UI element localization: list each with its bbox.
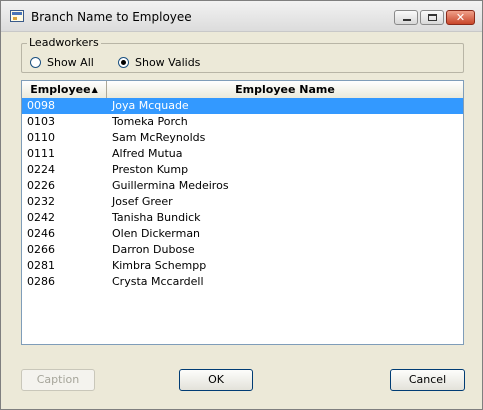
table-row[interactable]: 0110 Sam McReynolds — [22, 130, 463, 146]
employee-name-cell: Darron Dubose — [112, 243, 195, 256]
employee-name-cell: Preston Kump — [112, 163, 189, 176]
employee-name-cell: Kimbra Schempp — [112, 259, 207, 272]
table-row[interactable]: 0246 Olen Dickerman — [22, 226, 463, 242]
column-header-employee[interactable]: Employee▲ — [22, 81, 107, 98]
show-all-label: Show All — [47, 56, 94, 69]
groupbox-legend: Leadworkers — [27, 36, 101, 49]
table-row[interactable]: 0286 Crysta Mccardell — [22, 274, 463, 290]
table-row[interactable]: 0266 Darron Dubose — [22, 242, 463, 258]
list-header: Employee▲ Employee Name — [22, 81, 463, 99]
employee-id-cell: 0103 — [27, 115, 55, 128]
employee-name-cell: Josef Greer — [112, 195, 173, 208]
title-bar[interactable]: Branch Name to Employee ✕ — [1, 1, 482, 32]
sort-ascending-icon: ▲ — [91, 85, 98, 94]
table-row[interactable]: 0111 Alfred Mutua — [22, 146, 463, 162]
dialog-window: Branch Name to Employee ✕ Leadworkers Sh… — [0, 0, 483, 410]
show-all-radio[interactable]: Show All — [30, 56, 94, 69]
close-button[interactable]: ✕ — [446, 10, 475, 25]
table-row[interactable]: 0103 Tomeka Porch — [22, 114, 463, 130]
employee-id-cell: 0286 — [27, 275, 55, 288]
employee-id-cell: 0226 — [27, 179, 55, 192]
table-row[interactable]: 0226 Guillermina Medeiros — [22, 178, 463, 194]
employee-name-cell: Crysta Mccardell — [112, 275, 204, 288]
table-row[interactable]: 0098 Joya Mcquade — [22, 98, 463, 114]
caption-button: Caption — [21, 369, 95, 391]
employee-name-cell: Tanisha Bundick — [112, 211, 201, 224]
ok-button[interactable]: OK — [179, 369, 253, 391]
employee-id-cell: 0098 — [27, 99, 55, 112]
employee-id-cell: 0246 — [27, 227, 55, 240]
employee-id-cell: 0266 — [27, 243, 55, 256]
employee-listview[interactable]: Employee▲ Employee Name 0098 Joya Mcquade… — [21, 80, 464, 345]
cancel-button[interactable]: Cancel — [390, 369, 465, 391]
minimize-button[interactable] — [394, 10, 418, 25]
employee-name-cell: Sam McReynolds — [112, 131, 206, 144]
maximize-icon — [428, 14, 437, 21]
employee-id-cell: 0232 — [27, 195, 55, 208]
employee-name-cell: Joya Mcquade — [112, 99, 189, 112]
employee-id-cell: 0111 — [27, 147, 55, 160]
employee-id-cell: 0242 — [27, 211, 55, 224]
table-row[interactable]: 0224 Preston Kump — [22, 162, 463, 178]
employee-name-cell: Olen Dickerman — [112, 227, 201, 240]
employee-name-cell: Guillermina Medeiros — [112, 179, 229, 192]
maximize-button[interactable] — [420, 10, 444, 25]
window-title: Branch Name to Employee — [31, 10, 192, 24]
show-valids-label: Show Valids — [135, 56, 201, 69]
list-rows: 0098 Joya Mcquade 0103 Tomeka Porch 0110 Sam … — [22, 98, 463, 290]
column-employee-name-label: Employee Name — [235, 83, 335, 96]
table-row[interactable]: 0242 Tanisha Bundick — [22, 210, 463, 226]
radio-checked-icon — [118, 57, 129, 68]
minimize-icon — [403, 19, 411, 21]
employee-id-cell: 0224 — [27, 163, 55, 176]
employee-id-cell: 0281 — [27, 259, 55, 272]
column-employee-label: Employee — [30, 83, 91, 96]
employee-id-cell: 0110 — [27, 131, 55, 144]
app-icon — [10, 10, 24, 22]
show-valids-radio[interactable]: Show Valids — [118, 56, 200, 69]
employee-name-cell: Alfred Mutua — [112, 147, 183, 160]
radio-circle-icon — [30, 57, 41, 68]
close-icon: ✕ — [455, 11, 466, 24]
table-row[interactable]: 0232 Josef Greer — [22, 194, 463, 210]
table-row[interactable]: 0281 Kimbra Schempp — [22, 258, 463, 274]
column-header-employee-name[interactable]: Employee Name — [107, 81, 463, 98]
employee-name-cell: Tomeka Porch — [112, 115, 188, 128]
